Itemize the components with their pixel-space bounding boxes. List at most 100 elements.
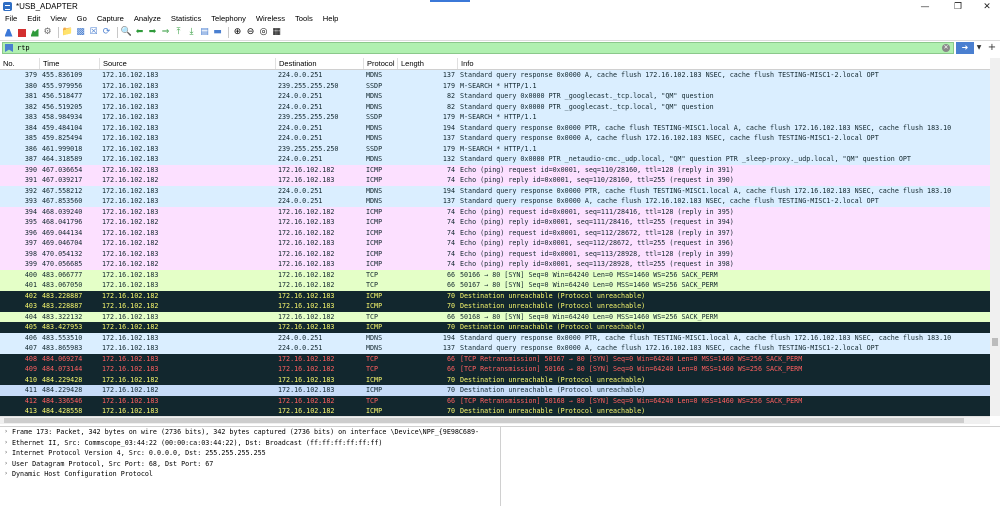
close-file-icon[interactable]: ☒	[88, 27, 99, 38]
detail-tree-item[interactable]: › Frame 173: Packet, 342 bytes on wire (2…	[0, 427, 500, 438]
resize-columns-icon[interactable]: ▦	[271, 27, 282, 38]
expand-arrow-icon[interactable]: ›	[0, 438, 12, 449]
packet-row[interactable]: 396 469.044134 172.16.102.183 172.16.102.18…	[0, 227, 990, 238]
zoom-in-icon[interactable]: ⊕	[232, 27, 243, 38]
reload-file-icon[interactable]: ⟳	[101, 27, 112, 38]
packet-row[interactable]: 381 456.518477 172.16.102.183 224.0.0.251 MD…	[0, 91, 990, 102]
packet-row[interactable]: 401 483.067050 172.16.102.183 172.16.102.18…	[0, 280, 990, 291]
zoom-out-icon[interactable]: ⊖	[245, 27, 256, 38]
menu-help[interactable]: Help	[318, 13, 344, 25]
column-header-destination[interactable]: Destination	[276, 58, 364, 69]
packet-row[interactable]: 409 484.073144 172.16.102.183 172.16.102.18…	[0, 364, 990, 375]
menu-telephony[interactable]: Telephony	[206, 13, 251, 25]
packet-row[interactable]: 408 484.069274 172.16.102.183 172.16.102.18…	[0, 353, 990, 364]
menu-analyze[interactable]: Analyze	[129, 13, 166, 25]
find-packet-icon[interactable]: 🔍	[121, 27, 132, 38]
packet-row[interactable]: 394 468.039240 172.16.102.183 172.16.102.18…	[0, 206, 990, 217]
detail-tree-item[interactable]: › Internet Protocol Version 4, Src: 0.0.0…	[0, 448, 500, 459]
packet-time: 483.322132	[42, 312, 83, 321]
packet-protocol: TCP	[366, 312, 379, 321]
packet-row[interactable]: 400 483.066777 172.16.102.183 172.16.102.18…	[0, 269, 990, 280]
go-first-packet-icon[interactable]: ⤒	[173, 27, 184, 38]
packet-length: 66	[446, 396, 455, 405]
packet-row[interactable]: 411 484.229428 172.16.102.182 172.16.102.18…	[0, 385, 990, 396]
filter-history-dropdown-icon[interactable]: ▼	[975, 42, 983, 54]
packet-row[interactable]: 402 483.228887 172.16.102.182 172.16.102.18…	[0, 290, 990, 301]
expand-arrow-icon[interactable]: ›	[0, 448, 12, 459]
packet-row[interactable]: 395 468.041796 172.16.102.182 172.16.102.18…	[0, 217, 990, 228]
column-header-time[interactable]: Time	[40, 58, 100, 69]
menu-statistics[interactable]: Statistics	[166, 13, 206, 25]
packet-row[interactable]: 384 459.484104 172.16.102.183 224.0.0.251 MD…	[0, 122, 990, 133]
packet-list-horizontal-scrollbar[interactable]	[0, 416, 990, 424]
packet-row[interactable]: 398 470.054132 172.16.102.183 172.16.102.18…	[0, 248, 990, 259]
maximize-button[interactable]: ❐	[943, 0, 973, 13]
menu-edit[interactable]: Edit	[22, 13, 45, 25]
open-file-icon[interactable]: 📁	[62, 27, 73, 38]
stop-capture-icon[interactable]	[16, 27, 27, 38]
packet-row[interactable]: 385 459.825494 172.16.102.183 224.0.0.251 MD…	[0, 133, 990, 144]
menu-file[interactable]: File	[0, 13, 22, 25]
capture-options-icon[interactable]: ⚙	[42, 27, 53, 38]
zoom-reset-icon[interactable]: ◎	[258, 27, 269, 38]
autoscroll-icon[interactable]: ▤	[199, 27, 210, 38]
menu-go[interactable]: Go	[72, 13, 92, 25]
detail-tree-item[interactable]: › User Datagram Protocol, Src Port: 68, D…	[0, 459, 500, 470]
menu-wireless[interactable]: Wireless	[251, 13, 290, 25]
close-button[interactable]: ✕	[972, 0, 1000, 13]
go-last-packet-icon[interactable]: ⤓	[186, 27, 197, 38]
menu-view[interactable]: View	[45, 13, 71, 25]
add-filter-button-icon[interactable]: +	[987, 42, 997, 54]
expand-arrow-icon[interactable]: ›	[0, 469, 12, 480]
filter-bookmark-icon[interactable]	[5, 44, 13, 52]
packet-protocol: MDNS	[366, 134, 383, 142]
packet-row[interactable]: 397 469.046704 172.16.102.182 172.16.102.18…	[0, 238, 990, 249]
colorize-icon[interactable]: ▬	[212, 27, 223, 38]
go-forward-icon[interactable]: ➡	[147, 27, 158, 38]
column-header-info[interactable]: Info	[458, 58, 990, 69]
go-back-icon[interactable]: ⬅	[134, 27, 145, 38]
clear-filter-icon[interactable]: ✕	[942, 44, 950, 52]
packet-row[interactable]: 404 483.322132 172.16.102.183 172.16.102.18…	[0, 311, 990, 322]
packet-row[interactable]: 403 483.228887 172.16.102.182 172.16.102.18…	[0, 301, 990, 312]
packet-row[interactable]: 387 464.318589 172.16.102.183 224.0.0.251 MD…	[0, 154, 990, 165]
display-filter-input[interactable]	[17, 43, 917, 53]
packet-row[interactable]: 380 455.979956 172.16.102.183 239.255.255.2…	[0, 80, 990, 91]
scrollbar-thumb[interactable]	[992, 338, 998, 346]
expand-arrow-icon[interactable]: ›	[0, 427, 12, 438]
packet-row[interactable]: 390 467.036654 172.16.102.183 172.16.102.18…	[0, 164, 990, 175]
start-capture-icon[interactable]	[3, 27, 14, 38]
packet-row[interactable]: 405 483.427953 172.16.102.182 172.16.102.18…	[0, 322, 990, 333]
menu-tools[interactable]: Tools	[290, 13, 318, 25]
minimize-button[interactable]: —	[910, 0, 940, 13]
packet-row[interactable]: 391 467.039217 172.16.102.182 172.16.102.18…	[0, 175, 990, 186]
column-header-protocol[interactable]: Protocol	[364, 58, 398, 69]
detail-tree-item[interactable]: › Ethernet II, Src: Commscope_03:44:22 (0…	[0, 438, 500, 449]
packet-row[interactable]: 383 458.984934 172.16.102.183 239.255.255.2…	[0, 112, 990, 123]
packet-row[interactable]: 412 484.336546 172.16.102.183 172.16.102.18…	[0, 395, 990, 406]
packet-row[interactable]: 407 483.865983 172.16.102.183 224.0.0.251 MD…	[0, 343, 990, 354]
scrollbar-thumb[interactable]	[4, 418, 964, 423]
column-header-no[interactable]: No.	[0, 58, 40, 69]
apply-filter-button[interactable]: ➜	[956, 42, 974, 54]
display-filter-field[interactable]: ✕	[2, 42, 954, 54]
packet-row[interactable]: 392 467.558212 172.16.102.183 224.0.0.251 MD…	[0, 185, 990, 196]
restart-capture-icon[interactable]	[29, 27, 40, 38]
packet-row[interactable]: 386 461.999018 172.16.102.183 239.255.255.2…	[0, 143, 990, 154]
packet-row[interactable]: 382 456.519205 172.16.102.183 224.0.0.251 MD…	[0, 101, 990, 112]
packet-row[interactable]: 406 483.553510 172.16.102.183 224.0.0.251 MD…	[0, 332, 990, 343]
packet-list-vertical-scrollbar[interactable]	[990, 58, 1000, 416]
packet-row[interactable]: 399 470.056685 172.16.102.182 172.16.102.18…	[0, 259, 990, 270]
detail-tree-item[interactable]: › Dynamic Host Configuration Protocol	[0, 469, 500, 480]
menu-capture[interactable]: Capture	[92, 13, 129, 25]
save-file-icon[interactable]: ▩	[75, 27, 86, 38]
packet-row[interactable]: 379 455.836109 172.16.102.183 224.0.0.251 MD…	[0, 70, 990, 81]
packet-number: 401	[24, 281, 37, 289]
go-to-packet-icon[interactable]: ⇒	[160, 27, 171, 38]
expand-arrow-icon[interactable]: ›	[0, 459, 12, 470]
column-header-length[interactable]: Length	[398, 58, 458, 69]
column-header-source[interactable]: Source	[100, 58, 276, 69]
packet-row[interactable]: 393 467.853560 172.16.102.183 224.0.0.251 MD…	[0, 196, 990, 207]
packet-row[interactable]: 413 484.428558 172.16.102.183 172.16.102.18…	[0, 406, 990, 416]
packet-row[interactable]: 410 484.229428 172.16.102.182 172.16.102.18…	[0, 374, 990, 385]
